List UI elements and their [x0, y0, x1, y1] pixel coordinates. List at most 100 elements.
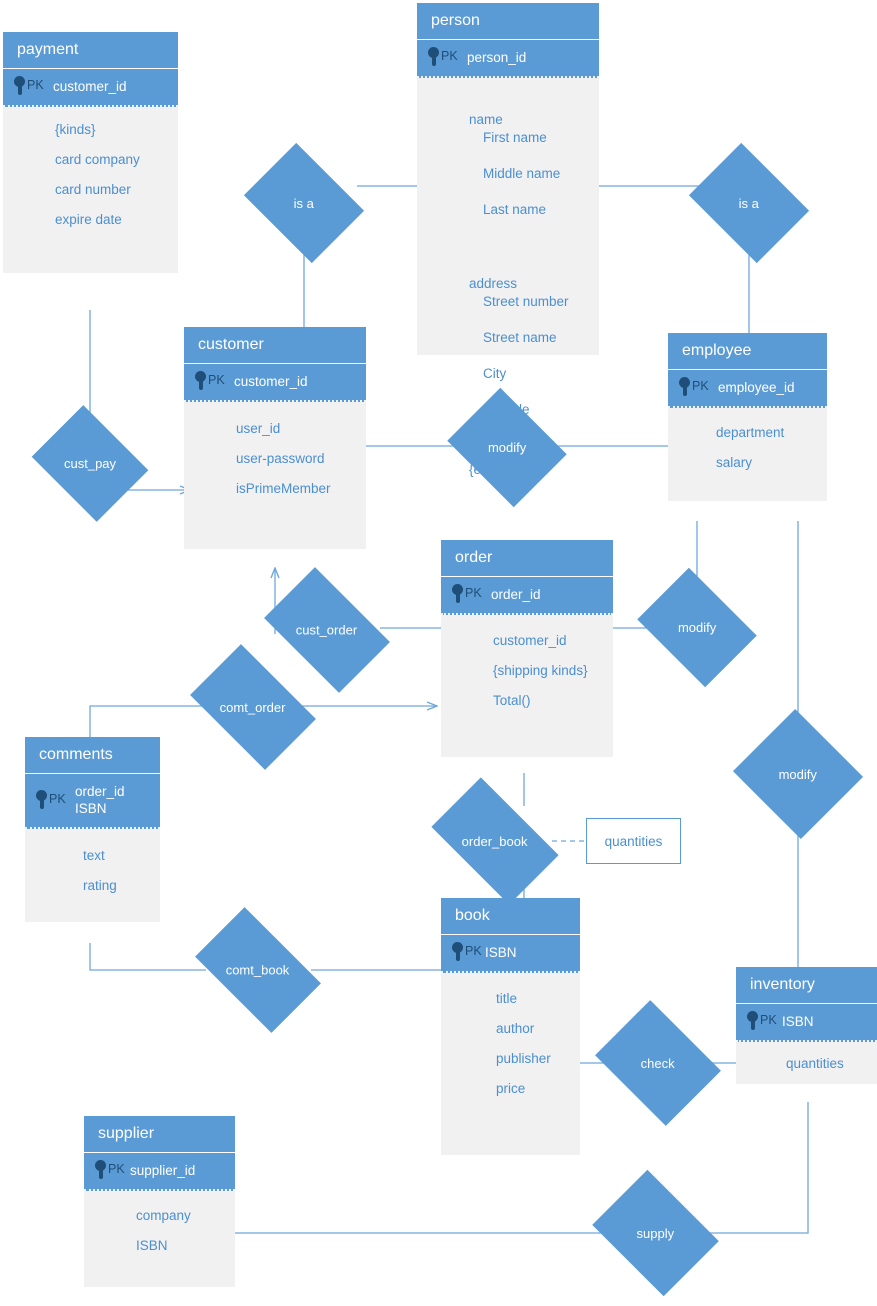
entity-customer[interactable]: customer PK customer_id user_id user-pas…: [184, 327, 366, 549]
relationship-is-a-customer[interactable]: is a: [243, 142, 365, 264]
entity-customer-pk-name: customer_id: [234, 374, 308, 389]
attribute-kinds: {kinds}: [55, 122, 96, 137]
relationship-label: cust_pay: [63, 455, 117, 471]
entity-customer-pk-row: PK customer_id: [184, 364, 366, 402]
key-icon: [678, 377, 691, 396]
entity-person[interactable]: person PK person_id name First name Midd…: [417, 3, 599, 477]
attribute-publisher: publisher: [496, 1051, 551, 1066]
entity-comments-title: comments: [25, 737, 160, 774]
attribute-card-company: card company: [55, 152, 140, 167]
entity-inventory[interactable]: inventory PK ISBN quantities: [736, 967, 877, 1084]
relationship-label: modify: [677, 619, 717, 635]
relationship-label: cust_order: [296, 622, 358, 638]
primary-key-icon-group: PK: [678, 377, 718, 396]
attribute-first-name: First name: [483, 130, 547, 145]
entity-supplier[interactable]: supplier PK supplier_id company ISBN: [84, 1116, 235, 1287]
entity-person-title: person: [417, 3, 599, 40]
relationship-comt-book[interactable]: comt_book: [195, 907, 321, 1033]
entity-person-attributes: name First name Middle name Last name ad…: [417, 78, 599, 477]
entity-comments-pk-names: order_id ISBN: [75, 784, 125, 816]
relationship-label: supply: [636, 1225, 675, 1241]
relationship-cust-pay[interactable]: cust_pay: [31, 405, 149, 522]
entity-book-pk-row: PK ISBN: [441, 935, 580, 973]
attribute-user-id: user_id: [236, 421, 281, 436]
entity-comments-pk-row: PK order_id ISBN: [25, 774, 160, 829]
entity-payment[interactable]: payment PK customer_id {kinds} card comp…: [3, 32, 178, 273]
relationship-attribute-quantities[interactable]: quantities: [586, 818, 681, 864]
attribute-street-number: Street number: [483, 294, 569, 309]
primary-key-icon-group: PK: [13, 76, 53, 95]
entity-inventory-pk-name: ISBN: [782, 1014, 814, 1029]
primary-key-icon-group: PK: [94, 1160, 130, 1179]
relationship-label: modify: [778, 766, 818, 782]
entity-customer-title: customer: [184, 327, 366, 364]
primary-key-icon-group: PK: [746, 1011, 782, 1030]
relationship-label: comt_book: [226, 962, 290, 978]
entity-book-attributes: title author publisher price: [441, 973, 580, 1155]
relationship-cust-order[interactable]: cust_order: [264, 567, 390, 693]
key-icon: [451, 942, 464, 961]
attribute-isbn: ISBN: [136, 1238, 168, 1253]
pk-label: PK: [208, 373, 225, 387]
entity-person-pk-name: person_id: [467, 50, 527, 65]
key-icon: [427, 47, 440, 66]
relationship-supply[interactable]: supply: [592, 1169, 719, 1297]
entity-order-title: order: [441, 540, 613, 577]
primary-key-icon-group: PK: [451, 942, 485, 961]
relationship-modify-employee-inventory[interactable]: modify: [732, 708, 864, 840]
primary-key-icon-group: PK: [427, 47, 467, 66]
attribute-text: text: [83, 848, 105, 863]
attribute-last-name: Last name: [483, 202, 547, 217]
attribute-author: author: [496, 1021, 535, 1036]
key-icon: [451, 584, 464, 603]
entity-order-attributes: customer_id {shipping kinds} Total(): [441, 615, 613, 757]
attribute-customer-id: customer_id: [493, 633, 567, 648]
attribute-is-prime-member: isPrimeMember: [236, 481, 331, 496]
primary-key-icon-group: PK: [451, 584, 491, 603]
relationship-order-book[interactable]: order_book: [431, 777, 559, 905]
attribute-address-label: address: [469, 276, 518, 291]
entity-payment-pk-row: PK customer_id: [3, 69, 178, 107]
entity-employee[interactable]: employee PK employee_id department salar…: [668, 333, 827, 501]
er-diagram-canvas: payment PK customer_id {kinds} card comp…: [0, 0, 877, 1306]
pk-label: PK: [27, 78, 44, 92]
entity-order-pk-row: PK order_id: [441, 577, 613, 615]
key-icon: [746, 1011, 759, 1030]
entity-inventory-attributes: quantities: [736, 1042, 877, 1084]
entity-order-pk-name: order_id: [491, 587, 541, 602]
relationship-attribute-label: quantities: [604, 833, 663, 849]
primary-key-icon-group: PK: [35, 789, 75, 809]
attribute-card-number: card number: [55, 182, 131, 197]
relationship-comt-order[interactable]: comt_order: [190, 644, 316, 770]
entity-payment-title: payment: [3, 32, 178, 69]
relationship-label: order_book: [462, 833, 528, 849]
key-icon: [194, 371, 207, 390]
entity-supplier-title: supplier: [84, 1116, 235, 1153]
attribute-company: company: [136, 1208, 191, 1223]
entity-supplier-pk-name: supplier_id: [130, 1163, 196, 1178]
primary-key-icon-group: PK: [194, 371, 234, 390]
relationship-label: is a: [738, 195, 760, 211]
entity-order[interactable]: order PK order_id customer_id {shipping …: [441, 540, 613, 757]
relationship-modify-employee-order[interactable]: modify: [637, 567, 757, 688]
pk-label: PK: [465, 944, 482, 958]
pk-label: PK: [760, 1013, 777, 1027]
entity-comments[interactable]: comments PK order_id ISBN text rating: [25, 737, 160, 922]
entity-book-title: book: [441, 898, 580, 935]
attribute-department: department: [716, 425, 785, 440]
attribute-street-name: Street name: [483, 330, 557, 345]
attribute-rating: rating: [83, 878, 117, 893]
entity-person-pk-row: PK person_id: [417, 40, 599, 78]
entity-book[interactable]: book PK ISBN title author publisher pric…: [441, 898, 580, 1155]
relationship-check[interactable]: check: [595, 1000, 721, 1126]
entity-inventory-title: inventory: [736, 967, 877, 1004]
entity-customer-attributes: user_id user-password isPrimeMember: [184, 402, 366, 549]
entity-supplier-attributes: company ISBN: [84, 1191, 235, 1287]
attribute-user-password: user-password: [236, 451, 325, 466]
pk-label: PK: [465, 586, 482, 600]
relationship-is-a-employee[interactable]: is a: [688, 142, 810, 264]
relationship-label: modify: [487, 439, 527, 455]
pk-label: PK: [108, 1162, 125, 1176]
attribute-middle-name: Middle name: [483, 166, 561, 181]
attribute-expire-date: expire date: [55, 212, 122, 227]
